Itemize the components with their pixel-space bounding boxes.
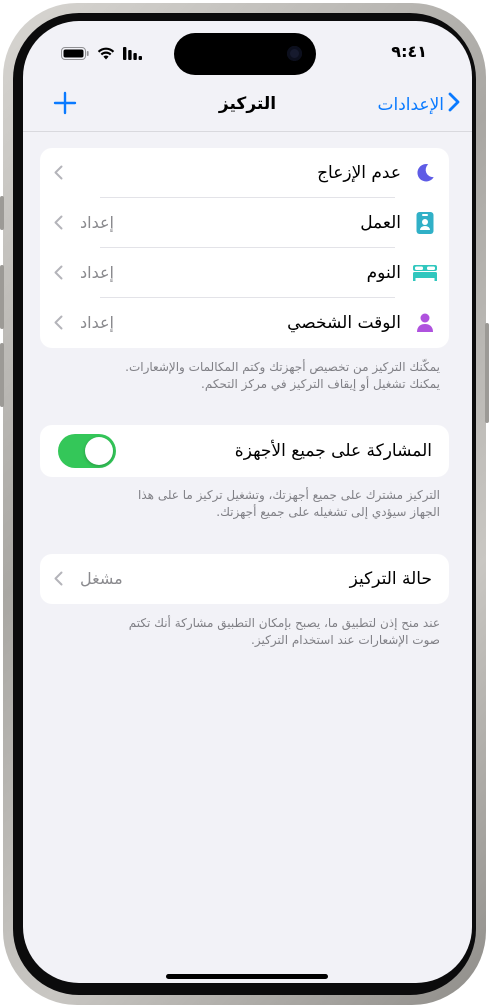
status-icons [61,45,143,64]
screen: ٩:٤١ الإعدادات التركيز عدم الإزعاج العمل… [23,21,472,983]
dynamic-island [174,33,316,75]
moon-icon [411,159,439,187]
chevron-left-icon [54,265,63,284]
home-indicator[interactable] [166,974,328,979]
power-button [485,323,489,423]
footnote-line: التركيز مشترك على جميع أجهزتك، وتشغيل تر… [138,488,440,502]
navigation-bar: الإعدادات التركيز [23,85,472,129]
focus-item-label: عدم الإزعاج [317,163,401,183]
share-label: المشاركة على جميع الأجهزة [234,441,432,461]
focus-status-value: مشغل [80,569,123,588]
focus-item-value: إعداد [80,313,114,332]
plus-icon [53,91,77,119]
footnote-line: صوت الإشعارات عند استخدام التركيز. [251,633,440,647]
focus-footnote: يمكّنك التركيز من تخصيص أجهزتك وكتم المك… [51,359,440,393]
toggle-knob [85,437,113,465]
action-button [0,196,4,230]
focus-item-value: إعداد [80,213,114,232]
chevron-left-icon [54,165,63,184]
focus-item-label: العمل [360,213,401,233]
add-focus-button[interactable] [53,91,77,119]
page-title: التركيز [218,94,277,114]
focus-status-row[interactable]: حالة التركيز مشغل [40,554,449,604]
share-toggle[interactable] [58,434,116,468]
id-badge-icon [411,209,439,237]
status-time: ٩:٤١ [391,42,427,61]
footnote-line: يمكنك تشغيل أو إيقاف التركيز في مركز الت… [201,377,440,391]
volume-up-button [0,265,4,329]
footnote-line: عند منح إذن لتطبيق ما، يصبح بإمكان التطب… [128,616,440,630]
footnote-line: يمكّنك التركيز من تخصيص أجهزتك وكتم المك… [125,360,440,374]
wifi-icon [97,45,115,64]
chevron-left-icon [54,571,63,590]
share-footnote: التركيز مشترك على جميع أجهزتك، وتشغيل تر… [51,487,440,521]
status-footnote: عند منح إذن لتطبيق ما، يصبح بإمكان التطب… [51,615,440,649]
battery-icon [61,45,89,64]
focus-item-do-not-disturb[interactable]: عدم الإزعاج [40,148,449,198]
focus-item-work[interactable]: العمل إعداد [40,198,449,248]
camera-icon [287,46,302,61]
cellular-signal-icon [123,45,143,64]
focus-modes-list: عدم الإزعاج العمل إعداد النوم إعداد الوق… [40,148,449,348]
bed-icon [411,259,439,287]
chevron-left-icon [54,315,63,334]
nav-divider [23,131,472,132]
share-across-devices-group: المشاركة على جميع الأجهزة [40,425,449,477]
focus-item-personal[interactable]: الوقت الشخصي إعداد [40,298,449,348]
focus-item-value: إعداد [80,263,114,282]
focus-status-group[interactable]: حالة التركيز مشغل [40,554,449,604]
person-icon [411,309,439,337]
focus-item-label: النوم [366,263,401,283]
volume-down-button [0,343,4,407]
focus-item-label: الوقت الشخصي [287,313,401,333]
footnote-line: الجهاز سيؤدي إلى تشغيله على جميع أجهزتك. [216,505,440,519]
focus-status-label: حالة التركيز [349,569,432,589]
chevron-left-icon [54,215,63,234]
focus-item-sleep[interactable]: النوم إعداد [40,248,449,298]
